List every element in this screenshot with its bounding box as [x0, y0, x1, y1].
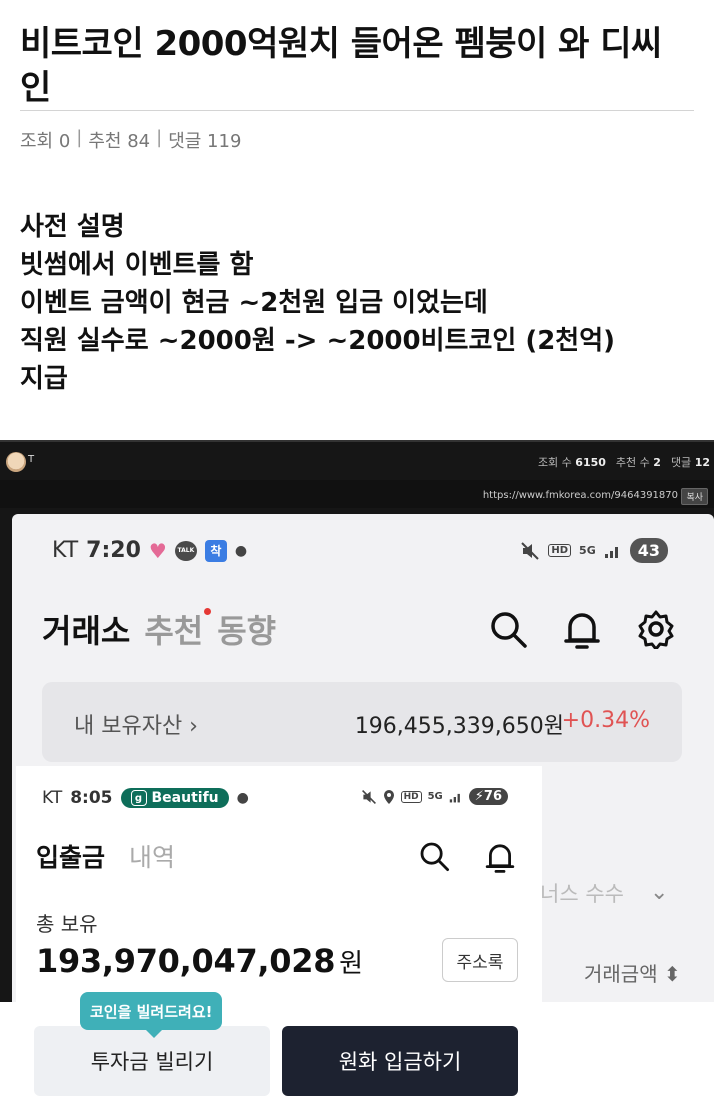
tab-history[interactable]: 내역: [129, 838, 175, 874]
post-title: 비트코인 2000억원치 들어온 펨붕이 와 디씨인: [20, 24, 662, 108]
carrier: KT: [52, 538, 79, 563]
tab-exchange[interactable]: 거래소: [42, 606, 130, 652]
screenshot-stats: 조회 수 6150 추천 수 2 댓글 12: [538, 454, 710, 470]
hd-icon: HD: [400, 790, 422, 803]
more-notifications-icon: ●: [234, 542, 248, 559]
system-icons: HD 5G 43: [520, 538, 668, 563]
address-book-button[interactable]: 주소록: [442, 938, 518, 982]
signal-icon: [449, 793, 460, 802]
chevron-down-icon[interactable]: ⌄: [650, 880, 668, 905]
post-body: 사전 설명 빗썸에서 이벤트를 함 이벤트 금액이 현금 ~2천원 입금 이었는…: [20, 208, 694, 398]
5g-icon: 5G: [579, 544, 596, 557]
avatar: [6, 452, 26, 472]
new-badge-dot: [204, 608, 212, 615]
view-count: 조회 0: [20, 131, 71, 152]
battery-level: 76: [483, 789, 502, 804]
status-bar: KT 8:05 g Beautifu ●: [42, 788, 249, 808]
my-assets-amount: 196,455,339,650원: [354, 714, 564, 739]
g-app-icon: g: [130, 790, 147, 806]
phone-deposit-screen: KT 8:05 g Beautifu ● HD 5G ⚡76 입출금 내역 총 보…: [16, 766, 542, 1006]
total-amount-value: 193,970,047,028: [36, 942, 336, 980]
comments-label: 댓글: [670, 456, 692, 469]
bell-icon[interactable]: [562, 608, 602, 650]
status-bar: KT 7:20 ♥ TALK 착 ●: [52, 538, 247, 563]
gear-icon[interactable]: [636, 609, 676, 649]
screenshot-header: T 조회 수 6150 추천 수 2 댓글 12: [0, 440, 714, 478]
hd-icon: HD: [548, 544, 572, 557]
mute-icon: [521, 541, 540, 560]
total-holdings-amount: 193,970,047,028 원: [36, 942, 363, 980]
recommend-count: 추천 84: [88, 131, 151, 152]
tab-recommend-label: 추천: [144, 612, 204, 650]
search-icon[interactable]: [488, 609, 528, 649]
body-line: 이벤트 금액이 현금 ~2천원 입금 이었는데: [20, 288, 488, 318]
chak-app-icon: 착: [204, 539, 227, 562]
body-line: 사전 설명: [20, 212, 125, 242]
post-meta: 조회 0 | 추천 84 | 댓글 119: [20, 127, 241, 153]
my-assets-bar[interactable]: 내 보유자산 › 196,455,339,650원 +0.34%: [42, 682, 682, 762]
body-line: 빗썸에서 이벤트를 함: [20, 250, 254, 280]
sort-trade-amount[interactable]: 거래금액 ⬍: [584, 958, 681, 987]
krw-deposit-button[interactable]: 원화 입금하기: [282, 1026, 518, 1096]
header-actions: [488, 608, 676, 650]
mute-icon: [361, 789, 376, 804]
screenshot-title-fragment: T: [28, 454, 35, 465]
body-line: 직원 실수로 ~2000원 -> ~2000비트코인 (2천억): [20, 326, 616, 356]
pill-label: Beautifu: [151, 790, 219, 806]
battery-indicator: 43: [629, 538, 668, 563]
system-icons: HD 5G ⚡76: [361, 788, 508, 805]
heart-icon: ♥: [148, 538, 167, 563]
app-notification-pill: g Beautifu: [120, 788, 229, 808]
total-holdings-label: 총 보유: [36, 912, 98, 936]
battery-indicator: ⚡76: [468, 788, 508, 805]
title-divider: [20, 110, 694, 111]
url-bar: https://www.fmkorea.com/9464391870 복사: [0, 480, 714, 508]
tab-deposit-withdraw[interactable]: 입출금: [36, 838, 105, 874]
more-notifications-icon: ●: [236, 790, 249, 806]
comments-value: 12: [694, 456, 710, 469]
deposit-nav: 입출금 내역: [36, 838, 175, 874]
meta-separator: |: [76, 127, 83, 148]
comment-count[interactable]: 댓글 119: [168, 127, 241, 153]
carrier: KT: [42, 788, 63, 808]
body-line: 지급: [20, 364, 68, 394]
clock: 8:05: [70, 788, 113, 808]
tab-trend[interactable]: 동향: [217, 606, 276, 652]
currency-unit: 원: [339, 949, 363, 979]
my-assets-label: 내 보유자산 ›: [74, 714, 198, 739]
fee-tab-fragment: 너스 수수: [540, 882, 624, 906]
tab-recommend[interactable]: 추천: [144, 606, 212, 652]
views-label: 조회 수: [537, 456, 572, 469]
meta-separator: |: [156, 127, 163, 148]
my-assets-change: +0.34%: [561, 708, 650, 733]
signal-icon: [604, 546, 618, 558]
clock: 7:20: [86, 538, 141, 563]
recommend-label: 추천 수: [615, 456, 650, 469]
5g-icon: 5G: [427, 791, 443, 802]
header-actions: [418, 840, 516, 874]
post-url[interactable]: https://www.fmkorea.com/9464391870: [483, 490, 678, 501]
copy-button[interactable]: 복사: [681, 488, 708, 505]
search-icon[interactable]: [418, 840, 450, 872]
recommend-value: 2: [653, 456, 661, 469]
location-icon: [383, 789, 394, 804]
bell-icon[interactable]: [484, 840, 516, 874]
kakaotalk-icon: TALK: [174, 540, 197, 561]
exchange-nav: 거래소 추천 동향: [42, 606, 276, 652]
views-value: 6150: [575, 456, 606, 469]
borrow-coin-tooltip: 코인을 빌려드려요!: [80, 992, 223, 1038]
